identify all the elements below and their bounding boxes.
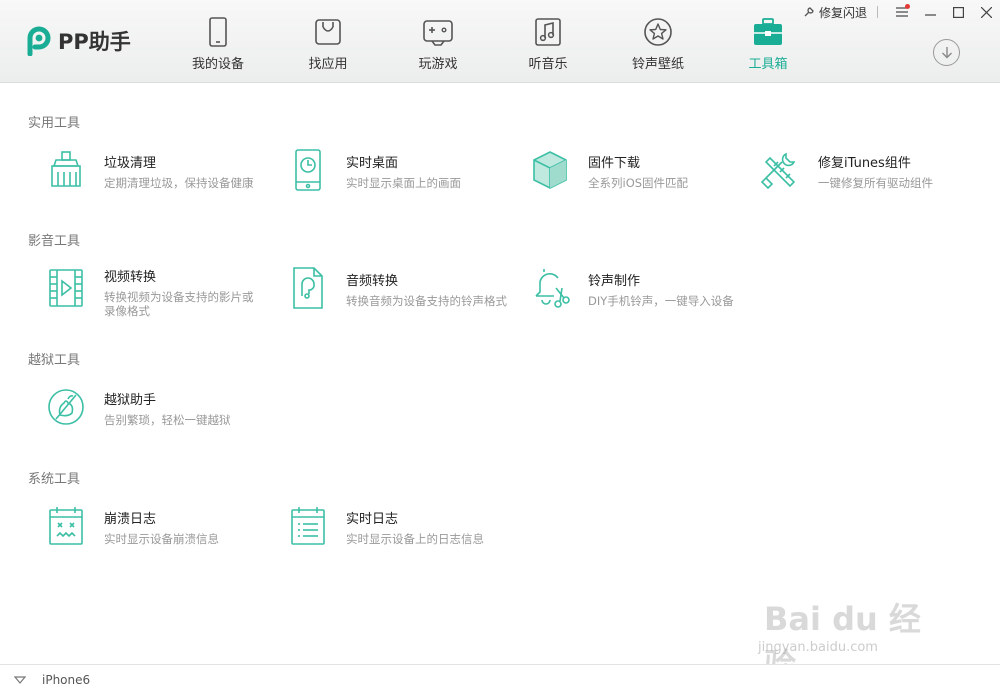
phone-clock-icon — [295, 149, 321, 191]
download-manager-button[interactable] — [933, 39, 960, 66]
minimize-button[interactable] — [916, 0, 944, 24]
watermark-sub-text: jingyan.baidu.com — [758, 640, 878, 655]
tool-name: 修复iTunes组件 — [818, 156, 911, 171]
tool-name: 视频转换 — [104, 270, 157, 285]
minimize-icon — [924, 14, 936, 16]
tab-label: 我的设备 — [191, 57, 244, 72]
tab-games[interactable]: 玩游戏 — [385, 0, 491, 83]
bell-scissors-icon — [535, 269, 570, 308]
tool-audio-convert[interactable]: 音频转换 转换音频为设备支持的铃声格式 — [270, 266, 530, 318]
download-arrow-icon — [941, 47, 952, 59]
video-file-icon — [49, 269, 83, 307]
bag-icon — [315, 19, 341, 45]
connected-device-name: iPhone6 — [42, 672, 91, 687]
tool-name: 铃声制作 — [588, 274, 641, 289]
tool-desc: 实时显示设备崩溃信息 — [104, 532, 219, 546]
toolbox-content: 实用工具 垃圾清理 定期清理垃圾，保持设备健康 实时桌面 实时显示桌面上的画面 … — [0, 84, 1000, 664]
toolbox-icon — [754, 18, 782, 45]
tool-repair-itunes[interactable]: 修复iTunes组件 一键修复所有驱动组件 — [742, 148, 992, 200]
logo-text: PP助手 — [58, 30, 131, 54]
music-icon — [535, 18, 561, 46]
tool-junk-cleaner[interactable]: 垃圾清理 定期清理垃圾，保持设备健康 — [28, 148, 268, 200]
section-title-media: 影音工具 — [28, 234, 81, 249]
device-status-bar: iPhone6 — [0, 664, 1000, 694]
audio-file-icon — [293, 267, 323, 309]
tool-name: 崩溃日志 — [104, 512, 157, 527]
chevron-down-icon[interactable] — [14, 675, 26, 685]
close-icon — [980, 6, 992, 18]
tool-desc: 转换音频为设备支持的铃声格式 — [346, 294, 507, 308]
section-title-system: 系统工具 — [28, 472, 81, 487]
tool-ringtone-maker[interactable]: 铃声制作 DIY手机铃声，一键导入设备 — [512, 266, 772, 318]
tool-desc: 全系列iOS固件匹配 — [588, 176, 689, 190]
tool-name: 垃圾清理 — [104, 156, 157, 171]
notification-dot — [905, 4, 910, 9]
tool-jailbreak-assistant[interactable]: 越狱助手 告别繁琐，轻松一键越狱 — [28, 385, 268, 437]
crash-log-icon — [49, 507, 83, 545]
section-title-jailbreak: 越狱工具 — [28, 353, 81, 368]
tool-desc: 实时显示桌面上的画面 — [346, 176, 461, 190]
tool-desc: 一键修复所有驱动组件 — [818, 176, 933, 190]
star-icon — [644, 18, 672, 46]
repair-crash-button[interactable]: 修复闪退 — [803, 4, 867, 21]
cube-icon — [533, 151, 567, 189]
tool-live-log[interactable]: 实时日志 实时显示设备上的日志信息 — [270, 504, 530, 556]
top-header: PP助手 我的设备 找应用 玩游戏 听音乐 铃声壁纸 工具箱 修复闪退 — [0, 0, 1000, 83]
phone-icon — [209, 17, 227, 47]
tab-label: 玩游戏 — [418, 57, 458, 72]
tab-label: 找应用 — [308, 57, 348, 72]
section-title-utility: 实用工具 — [28, 116, 81, 131]
jailbreak-icon — [48, 389, 84, 425]
tool-name: 实时桌面 — [346, 156, 399, 171]
tool-firmware-download[interactable]: 固件下载 全系列iOS固件匹配 — [512, 148, 752, 200]
wrench-icon — [760, 152, 796, 190]
tool-desc-line1: 转换视频为设备支持的影片或 — [104, 290, 254, 304]
tool-desc: 定期清理垃圾，保持设备健康 — [104, 176, 254, 190]
gamepad-icon — [423, 20, 453, 46]
maximize-button[interactable] — [944, 0, 972, 24]
app-logo: PP助手 — [24, 24, 131, 58]
tool-desc: 实时显示设备上的日志信息 — [346, 532, 484, 546]
titlebar-divider — [877, 6, 878, 18]
tool-live-desktop[interactable]: 实时桌面 实时显示桌面上的画面 — [270, 148, 510, 200]
maximize-icon — [952, 6, 964, 18]
tab-label: 工具箱 — [748, 57, 788, 72]
menu-button[interactable] — [888, 0, 916, 24]
tool-desc: 告别繁琐，轻松一键越狱 — [104, 413, 231, 427]
tool-name: 音频转换 — [346, 274, 399, 289]
tab-my-device[interactable]: 我的设备 — [165, 0, 271, 83]
pp-logo-icon — [27, 26, 51, 56]
broom-icon — [51, 151, 81, 187]
tab-label: 听音乐 — [528, 57, 568, 72]
close-button[interactable] — [972, 0, 1000, 24]
tool-name: 实时日志 — [346, 512, 399, 527]
tool-crash-log[interactable]: 崩溃日志 实时显示设备崩溃信息 — [28, 504, 268, 556]
live-log-icon — [291, 507, 325, 545]
tab-music[interactable]: 听音乐 — [495, 0, 601, 83]
tool-name: 固件下载 — [588, 156, 641, 171]
baidu-jingyan-watermark: Bai du 经验 jingyan.baidu.com — [754, 590, 944, 684]
wrench-small-icon — [804, 7, 814, 17]
window-titlebar: 修复闪退 — [803, 0, 1000, 24]
tab-ringtones-wallpapers[interactable]: 铃声壁纸 — [605, 0, 711, 83]
tool-desc-line2: 录像格式 — [104, 304, 150, 318]
tool-desc: DIY手机铃声，一键导入设备 — [588, 294, 734, 308]
tool-video-convert[interactable]: 视频转换 转换视频为设备支持的影片或 录像格式 — [28, 266, 268, 318]
tool-name: 越狱助手 — [104, 393, 157, 408]
main-nav: 我的设备 找应用 玩游戏 听音乐 铃声壁纸 工具箱 — [165, 0, 825, 83]
repair-label: 修复闪退 — [818, 5, 867, 20]
tab-label: 铃声壁纸 — [631, 57, 684, 72]
tab-find-apps[interactable]: 找应用 — [275, 0, 381, 83]
